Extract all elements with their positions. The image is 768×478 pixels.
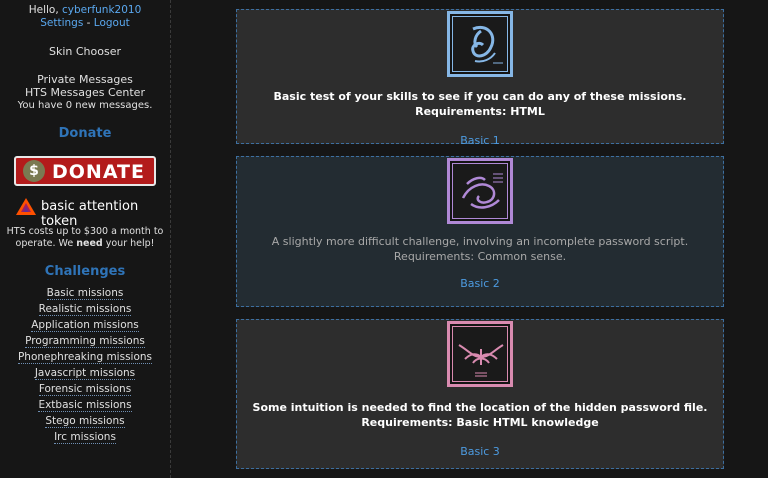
mission-card-basic-2: A slightly more difficult challenge, inv… bbox=[236, 156, 724, 307]
private-messages-link[interactable]: Private Messages bbox=[37, 73, 133, 86]
settings-link[interactable]: Settings bbox=[40, 17, 83, 29]
username-link[interactable]: cyberfunk2010 bbox=[62, 4, 141, 16]
skin-chooser-link[interactable]: Skin Chooser bbox=[49, 45, 121, 58]
challenge-application-link[interactable]: Application missions bbox=[31, 319, 139, 332]
mission-description: Basic test of your skills to see if you … bbox=[273, 90, 687, 118]
messages-center-link[interactable]: HTS Messages Center bbox=[25, 86, 145, 99]
challenges-list: Basic missions Realistic missions Applic… bbox=[0, 287, 170, 444]
new-messages-text: You have 0 new messages. bbox=[17, 100, 153, 111]
ornament-emblem-icon bbox=[458, 344, 504, 377]
greeting-text: Hello, bbox=[28, 4, 59, 16]
challenge-programming-link[interactable]: Programming missions bbox=[25, 335, 145, 348]
mission-link-basic-2[interactable]: Basic 2 bbox=[460, 277, 500, 290]
bat-link[interactable]: basic attention token bbox=[0, 198, 170, 229]
donate-button-label: DONATE bbox=[52, 161, 145, 183]
bat-logo-icon bbox=[16, 198, 36, 215]
mission-link-basic-1[interactable]: Basic 1 bbox=[460, 134, 500, 147]
logout-link[interactable]: Logout bbox=[94, 17, 130, 29]
donate-heading: Donate bbox=[58, 126, 112, 141]
cost-text-emphasis: need bbox=[76, 238, 103, 249]
bat-label: basic attention token bbox=[41, 199, 139, 229]
mission-card-basic-1: Basic test of your skills to see if you … bbox=[236, 9, 724, 147]
challenge-phonephreaking-link[interactable]: Phonephreaking missions bbox=[17, 351, 153, 364]
greeting-line: Hello, cyberfunk2010 bbox=[0, 4, 170, 17]
challenge-realistic-link[interactable]: Realistic missions bbox=[38, 303, 132, 316]
dragon-emblem-icon bbox=[461, 173, 503, 209]
challenge-stego-link[interactable]: Stego missions bbox=[45, 415, 125, 428]
mission-emblem-icon bbox=[447, 11, 513, 77]
challenge-basic-link[interactable]: Basic missions bbox=[46, 287, 124, 300]
account-links: Settings - Logout bbox=[0, 17, 170, 30]
dollar-icon: $ bbox=[23, 160, 45, 182]
challenge-javascript-link[interactable]: Javascript missions bbox=[34, 367, 136, 380]
mission-description: Some intuition is needed to find the loc… bbox=[252, 401, 708, 429]
cost-text-a: operate. We bbox=[15, 238, 77, 249]
donate-button[interactable]: $ DONATE bbox=[14, 156, 156, 186]
cost-text-c: your help! bbox=[102, 238, 155, 249]
challenge-irc-link[interactable]: Irc missions bbox=[54, 431, 116, 444]
challenges-heading: Challenges bbox=[44, 264, 126, 279]
mission-link-basic-3[interactable]: Basic 3 bbox=[460, 445, 500, 458]
mission-card-basic-3: Some intuition is needed to find the loc… bbox=[236, 319, 724, 469]
mission-emblem-icon bbox=[447, 158, 513, 224]
tribal-emblem-icon bbox=[471, 26, 503, 64]
cost-line-2: operate. We need your help! bbox=[0, 238, 170, 250]
challenge-forensic-link[interactable]: Forensic missions bbox=[38, 383, 132, 396]
mission-emblem-icon bbox=[447, 321, 513, 387]
challenge-extbasic-link[interactable]: Extbasic missions bbox=[38, 399, 132, 412]
mission-description: A slightly more difficult challenge, inv… bbox=[271, 235, 689, 263]
cost-notice: HTS costs up to $300 a month to operate.… bbox=[0, 226, 170, 250]
sidebar: Hello, cyberfunk2010 Settings - Logout S… bbox=[0, 0, 171, 478]
link-separator: - bbox=[83, 17, 94, 29]
